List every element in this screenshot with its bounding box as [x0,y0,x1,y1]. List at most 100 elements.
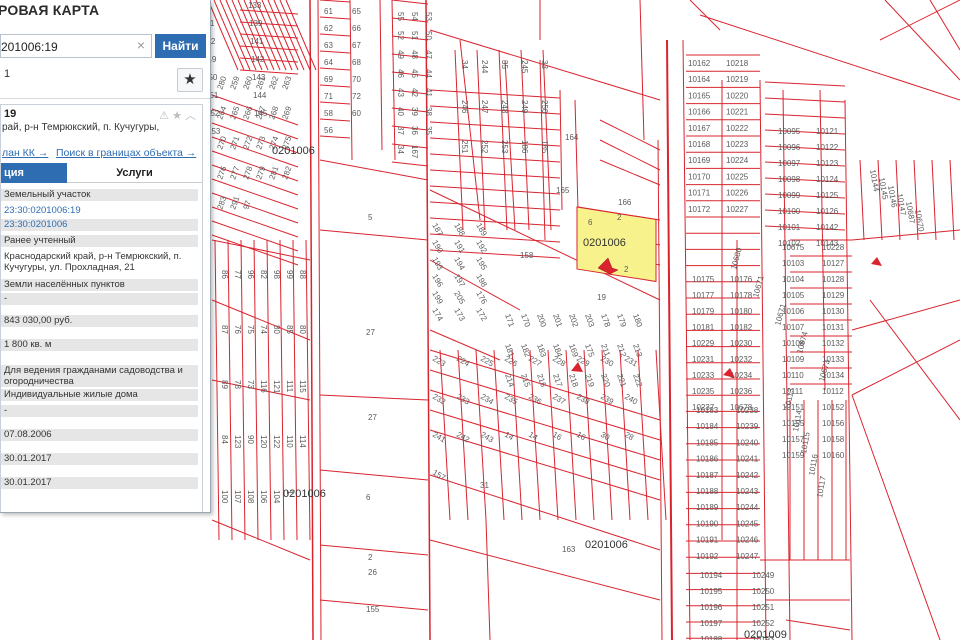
parcel-number: 10126 [816,207,839,216]
parcel-number: 40 [396,107,405,116]
parcel-number: 10246 [736,536,759,545]
parcel-number: 87 [220,325,229,334]
parcel-number: 10110 [782,371,804,380]
parcel-number: 10181 [692,323,715,332]
search-button[interactable]: Найти [155,34,206,58]
parcel-number: 10129 [822,291,845,300]
parcel-number: 251 [460,140,469,154]
parcel-number: 10101 [778,223,801,232]
parcel-number: 47 [424,50,433,59]
parcel-number: 10232 [730,355,753,364]
parcel-number: 10130 [822,307,845,316]
parcel-number: 10105 [782,291,805,300]
parcel-number: 10191 [696,536,719,545]
parcel-number: 10241 [736,455,759,464]
parcel-number: 10160 [822,451,845,460]
parcel-number: 120 [259,435,268,449]
divider [0,98,210,99]
parcel-number: 100 [220,490,229,504]
panel-title: РОВАЯ КАРТА [0,2,100,18]
attribute-row: 07.08.2006 [1,429,198,441]
parcel-number: 10096 [778,143,801,152]
parcel-number: 10192 [696,552,719,561]
parcel-number: 63 [324,41,333,50]
parcel-number: 56 [324,126,333,135]
parcel-number: 10169 [688,156,711,165]
parcel-number: 10221 [726,108,749,117]
parcel-number: 37 [396,126,405,135]
parcel-number: 10170 [688,172,711,181]
parcel-number: 10124 [816,175,839,184]
parcel-number: 55 [396,12,405,21]
parcel-number: 27 [366,328,375,337]
parcel-number: 244 [480,60,489,74]
parcel-number: 10177 [692,291,715,300]
parcel-number: 165 [556,186,570,195]
parcel-number: 10095 [778,127,801,136]
parcel-number: 10228 [822,243,845,252]
parcel-number: 80 [298,325,307,334]
parcel-number: 10244 [736,503,759,512]
parcel-number: 246 [460,100,469,114]
parcel-number: 52 [396,31,405,40]
parcel-number: 10188 [700,635,723,640]
parcel-number: 10196 [700,603,723,612]
parcel-number: 42 [410,88,419,97]
parcel-number: 49 [396,50,405,59]
parcel-number: 60 [352,109,361,118]
parcel-number: 10189 [696,503,719,512]
parcel-number: 110 [285,435,294,448]
parcel-number: 10167 [688,124,711,133]
parcel-number: 10171 [688,189,711,198]
parcel-number: 10183 [696,406,719,415]
parcel-number: 10166 [688,108,711,117]
parcel-number: 10250 [752,587,775,596]
search-input[interactable]: 201006:19 × [0,34,152,58]
parcel-number: 61 [324,7,333,16]
parcel-number: 158 [520,251,534,260]
tab-information[interactable]: ция [1,163,67,183]
parcel-number: 10100 [778,207,801,216]
parcel-number: 10675 [782,243,805,252]
parcel-number: 80 [272,325,281,334]
parcel-number: 253 [500,140,509,154]
parcel-number: 99 [285,270,294,279]
parcel-number: 133 [248,1,262,10]
parcel-number: 78 [233,380,242,389]
parcel-number: 35 [500,60,509,69]
parcel-number: 144 [253,91,267,100]
parcel-number: 10188 [696,487,719,496]
search-in-bounds-link[interactable]: Поиск в границах объекта → [56,147,196,159]
attribute-row[interactable]: 23:30:0201006 [1,219,198,231]
parcel-number: 82 [259,270,268,279]
parcel-number: 26 [368,568,377,577]
parcel-number: 10185 [696,438,719,447]
parcel-number: 76 [233,325,242,334]
parcel-number: 122 [272,435,281,449]
kk-plan-link[interactable]: лан КК → [2,147,48,159]
search-value[interactable]: 201006:19 [1,40,58,54]
clear-icon[interactable]: × [137,37,145,53]
parcel-number: 123 [233,435,242,449]
parcel-number: 10175 [692,275,715,284]
parcel-number: 36 [410,126,419,135]
parcel-number: 66 [352,24,361,33]
parcel-number: 84 [220,435,229,444]
attribute-row: 1 800 кв. м [1,339,198,351]
parcel-number: 10226 [726,189,749,198]
info-panel: РОВАЯ КАРТА 201006:19 × Найти 1 ★ 19 ⚠ ★… [0,0,211,513]
parcel-number: 10194 [700,571,723,580]
parcel-number: 10195 [700,587,723,596]
parcel-number: 10218 [726,59,749,68]
attribute-row: - [1,405,198,417]
parcel-number: 10178 [730,291,753,300]
star-icon[interactable]: ★ [177,68,203,92]
tab-services[interactable]: Услуги [67,163,202,183]
quarter-number: 0201006 [272,145,315,157]
parcel-number: 48 [410,50,419,59]
parcel-number: 10179 [692,307,715,316]
parcel-number: 10252 [752,619,775,628]
parcel-number: 34 [460,60,469,69]
parcel-number: 43 [396,88,405,97]
attribute-row[interactable]: 23:30:0201006:19 [1,205,198,217]
